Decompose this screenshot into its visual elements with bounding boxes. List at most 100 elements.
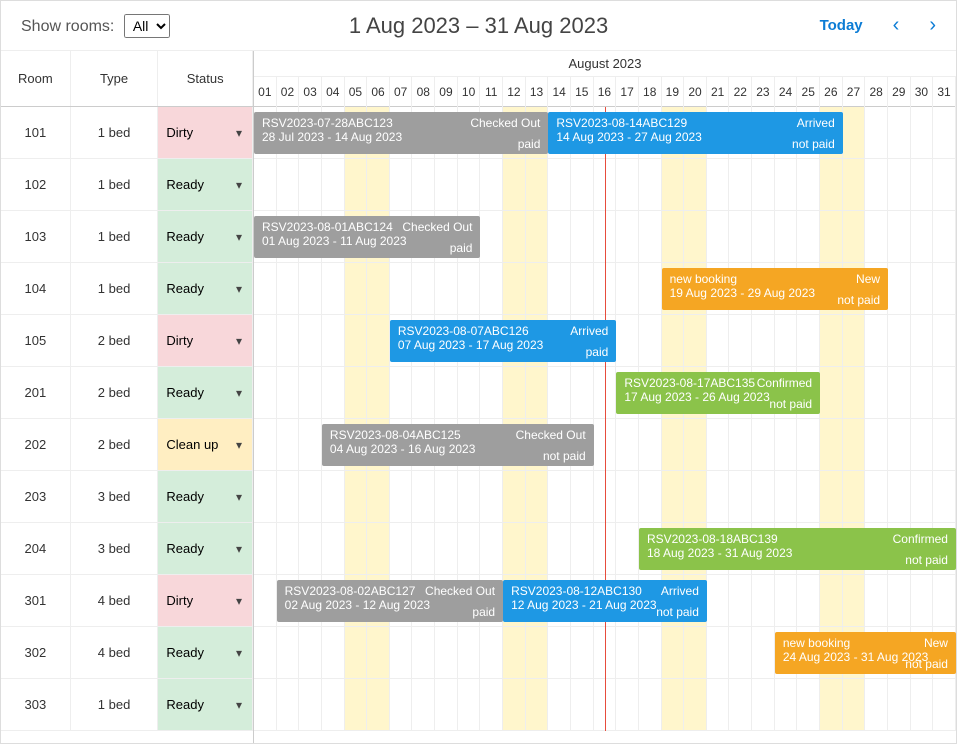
booking-pay: not paid: [792, 137, 835, 151]
booking-status: Confirmed: [893, 532, 948, 546]
room-cell: 102: [1, 159, 71, 210]
scheduler-grid: Room Type Status 1011 bedDirty1021 bedRe…: [1, 51, 956, 743]
booking-pay: paid: [518, 137, 541, 151]
day-header: 01: [254, 77, 277, 107]
room-row: 3014 bedDirty: [1, 575, 253, 627]
booking-status: New: [856, 272, 880, 286]
date-range-title: 1 Aug 2023 – 31 Aug 2023: [349, 13, 608, 39]
room-row: 1021 bedReady: [1, 159, 253, 211]
day-header: 03: [299, 77, 322, 107]
booking-status: Arrived: [570, 324, 608, 338]
booking-status: Arrived: [797, 116, 835, 130]
room-row: 3031 bedReady: [1, 679, 253, 731]
room-row: 2033 bedReady: [1, 471, 253, 523]
room-cell: 302: [1, 627, 71, 678]
status-select[interactable]: Dirty: [158, 107, 252, 158]
day-header: 28: [865, 77, 888, 107]
left-header: Room Type Status: [1, 51, 253, 107]
booking[interactable]: new booking24 Aug 2023 - 31 Aug 2023Newn…: [775, 632, 956, 674]
status-cell: Ready: [158, 523, 253, 574]
room-cell: 301: [1, 575, 71, 626]
booking-status: New: [924, 636, 948, 650]
day-header: 05: [345, 77, 368, 107]
day-header: 24: [775, 77, 798, 107]
type-cell: 2 bed: [71, 315, 159, 366]
day-header: 21: [707, 77, 730, 107]
status-select[interactable]: Ready: [158, 679, 252, 730]
day-header: 27: [843, 77, 866, 107]
room-cell: 204: [1, 523, 71, 574]
type-cell: 1 bed: [71, 159, 159, 210]
booking-status: Arrived: [661, 584, 699, 598]
status-select[interactable]: Ready: [158, 627, 252, 678]
today-button[interactable]: Today: [820, 17, 863, 34]
booking[interactable]: RSV2023-08-14ABC12914 Aug 2023 - 27 Aug …: [548, 112, 842, 154]
room-cell: 101: [1, 107, 71, 158]
status-cell: Ready: [158, 471, 253, 522]
status-select[interactable]: Ready: [158, 263, 252, 314]
show-rooms-text: Show rooms:: [21, 18, 114, 35]
status-select[interactable]: Ready: [158, 211, 252, 262]
booking-status: Confirmed: [757, 376, 812, 390]
status-select[interactable]: Ready: [158, 471, 252, 522]
room-cell: 104: [1, 263, 71, 314]
header-status: Status: [158, 51, 253, 106]
status-select[interactable]: Dirty: [158, 575, 252, 626]
booking[interactable]: RSV2023-08-02ABC12702 Aug 2023 - 12 Aug …: [277, 580, 503, 622]
booking[interactable]: RSV2023-08-12ABC13012 Aug 2023 - 21 Aug …: [503, 580, 707, 622]
day-header: 29: [888, 77, 911, 107]
status-select[interactable]: Dirty: [158, 315, 252, 366]
booking-pay: not paid: [656, 605, 699, 619]
room-filter-select[interactable]: All: [124, 14, 170, 38]
day-header: 04: [322, 77, 345, 107]
booking[interactable]: RSV2023-08-18ABC13918 Aug 2023 - 31 Aug …: [639, 528, 956, 570]
day-header: 23: [752, 77, 775, 107]
booking-dates: 18 Aug 2023 - 31 Aug 2023: [647, 546, 948, 560]
booking[interactable]: RSV2023-08-01ABC12401 Aug 2023 - 11 Aug …: [254, 216, 480, 258]
right-header: August 2023 0102030405060708091011121314…: [254, 51, 956, 107]
day-header: 20: [684, 77, 707, 107]
day-header: 26: [820, 77, 843, 107]
days-row: 0102030405060708091011121314151617181920…: [254, 77, 956, 107]
room-cell: 303: [1, 679, 71, 730]
type-cell: 1 bed: [71, 263, 159, 314]
bookings-layer: RSV2023-07-28ABC12328 Jul 2023 - 14 Aug …: [254, 107, 956, 731]
type-cell: 3 bed: [71, 523, 159, 574]
room-cell: 103: [1, 211, 71, 262]
status-select[interactable]: Ready: [158, 367, 252, 418]
booking-status: Checked Out: [470, 116, 540, 130]
status-select[interactable]: Ready: [158, 523, 252, 574]
booking-pay: not paid: [837, 293, 880, 307]
status-cell: Ready: [158, 263, 253, 314]
day-header: 02: [277, 77, 300, 107]
booking[interactable]: RSV2023-08-17ABC13517 Aug 2023 - 26 Aug …: [616, 372, 820, 414]
day-header: 25: [797, 77, 820, 107]
right-pane: August 2023 0102030405060708091011121314…: [254, 51, 956, 743]
left-pane: Room Type Status 1011 bedDirty1021 bedRe…: [1, 51, 254, 743]
booking-pay: not paid: [905, 657, 948, 671]
day-header: 06: [367, 77, 390, 107]
status-select[interactable]: Clean up: [158, 419, 252, 470]
booking[interactable]: RSV2023-08-04ABC12504 Aug 2023 - 16 Aug …: [322, 424, 594, 466]
booking-id: new booking: [670, 272, 880, 286]
header-type: Type: [71, 51, 159, 106]
day-header: 19: [662, 77, 685, 107]
booking-status: Checked Out: [402, 220, 472, 234]
type-cell: 1 bed: [71, 107, 159, 158]
room-row: 2022 bedClean up: [1, 419, 253, 471]
booking[interactable]: RSV2023-08-07ABC12607 Aug 2023 - 17 Aug …: [390, 320, 616, 362]
booking[interactable]: new booking19 Aug 2023 - 29 Aug 2023Newn…: [662, 268, 888, 310]
type-cell: 3 bed: [71, 471, 159, 522]
booking-dates: 28 Jul 2023 - 14 Aug 2023: [262, 130, 540, 144]
day-header: 07: [390, 77, 413, 107]
day-header: 16: [594, 77, 617, 107]
day-header: 31: [933, 77, 956, 107]
status-select[interactable]: Ready: [158, 159, 252, 210]
prev-icon[interactable]: ‹: [893, 14, 900, 37]
type-cell: 2 bed: [71, 419, 159, 470]
status-cell: Dirty: [158, 107, 253, 158]
booking-pay: not paid: [543, 449, 586, 463]
nav-arrows: ‹ ›: [893, 14, 936, 37]
booking[interactable]: RSV2023-07-28ABC12328 Jul 2023 - 14 Aug …: [254, 112, 548, 154]
next-icon[interactable]: ›: [929, 14, 936, 37]
